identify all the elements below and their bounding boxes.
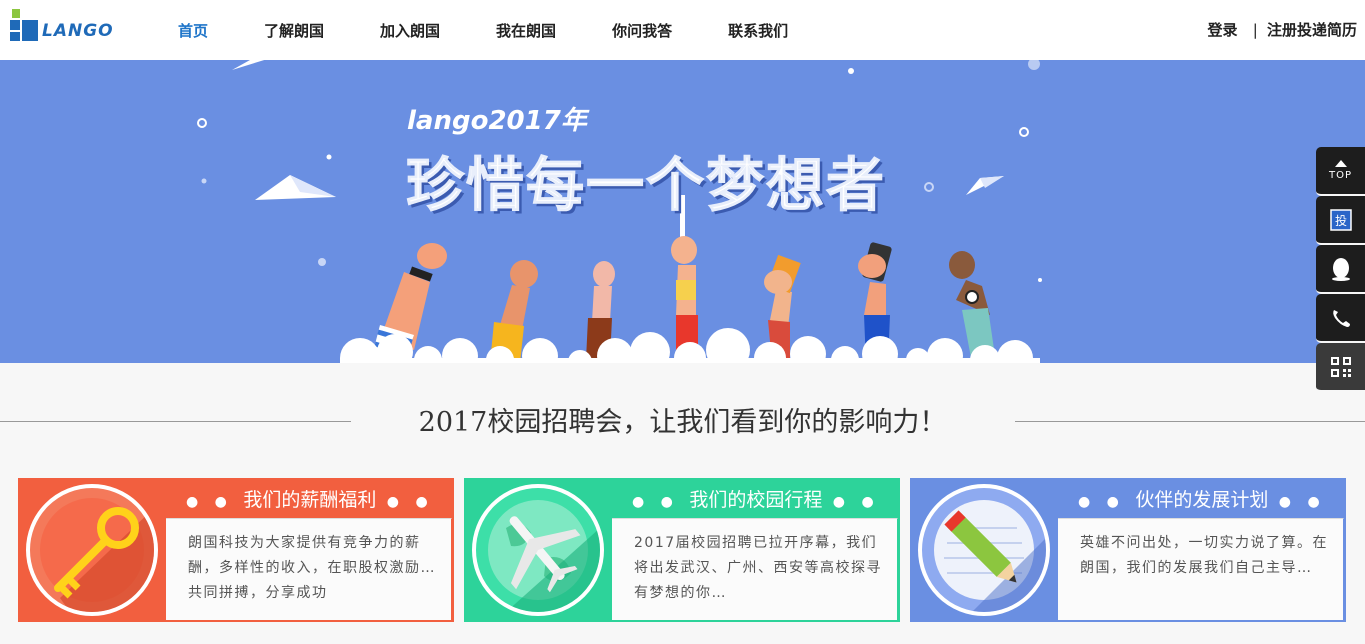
banner-subtitle: lango2017年 bbox=[407, 106, 587, 136]
phone-button[interactable] bbox=[1316, 294, 1365, 343]
top-label: TOP bbox=[1328, 170, 1352, 181]
register-link[interactable]: 注册投递简历 bbox=[1267, 21, 1357, 39]
nav-home[interactable]: 首页 bbox=[150, 0, 236, 60]
card-title: ● ● 我们的校园行程 ● ● bbox=[632, 489, 880, 511]
qq-icon bbox=[1331, 257, 1350, 281]
nav-life[interactable]: 我在朗国 bbox=[468, 0, 584, 60]
nav-about[interactable]: 了解朗国 bbox=[236, 0, 352, 60]
qrcode-icon bbox=[1330, 356, 1351, 377]
svg-text:投: 投 bbox=[1334, 213, 1346, 228]
nav-join[interactable]: 加入朗国 bbox=[352, 0, 468, 60]
key-icon bbox=[26, 484, 158, 616]
back-to-top-button[interactable]: TOP bbox=[1316, 147, 1365, 196]
arrow-up-icon bbox=[1334, 160, 1347, 167]
card-title: ● ● 我们的薪酬福利 ● ● bbox=[186, 489, 434, 511]
section-title: 2017校园招聘会，让我们看到你的影响力！ bbox=[418, 407, 947, 438]
resume-icon: 投 bbox=[1329, 208, 1352, 231]
banner-title: 珍惜每一个梦想者 bbox=[405, 151, 887, 220]
airplane-globe-icon bbox=[472, 484, 604, 616]
hero-banner[interactable]: lango2017年 珍惜每一个梦想者 bbox=[0, 60, 1365, 363]
card-development-plan[interactable]: ● ● 伙伴的发展计划 ● ● 英雄不问出处，一切实力说了算。在朗国，我们的发展… bbox=[910, 478, 1346, 622]
card-salary-benefits[interactable]: ● ● 我们的薪酬福利 ● ● 朗国科技为大家提供有竞争力的薪酬，多样性的收入，… bbox=[18, 478, 454, 622]
arm-4 bbox=[671, 236, 698, 360]
card-text: 朗国科技为大家提供有竞争力的薪酬，多样性的收入，在职股权激励…共同拼搏，分享成功 bbox=[166, 518, 452, 620]
paper-plane-left bbox=[255, 175, 336, 200]
logo-text: LANGO bbox=[42, 21, 114, 41]
card-text: 2017届校园招聘已拉开序幕，我们将出发武汉、广州、西安等高校探寻有梦想的你… bbox=[612, 518, 898, 620]
card-campus-schedule[interactable]: ● ● 我们的校园行程 ● ● 2017届校园招聘已拉开序幕，我们将出发武汉、广… bbox=[464, 478, 900, 622]
pencil-notebook-icon bbox=[918, 484, 1050, 616]
qq-button[interactable] bbox=[1316, 245, 1365, 294]
card-title: ● ● 伙伴的发展计划 ● ● bbox=[1078, 489, 1326, 511]
side-toolbar: TOP 投 bbox=[1316, 147, 1365, 392]
nav-faq[interactable]: 你问我答 bbox=[584, 0, 700, 60]
main-nav: 首页 了解朗国 加入朗国 我在朗国 你问我答 联系我们 bbox=[150, 0, 816, 60]
lango-logo[interactable]: LANGO bbox=[10, 8, 120, 44]
phone-icon bbox=[1332, 309, 1350, 327]
auth-separator: | bbox=[1252, 21, 1258, 39]
card-text: 英雄不问出处，一切实力说了算。在朗国，我们的发展我们自己主导… bbox=[1058, 518, 1344, 620]
site-header: LANGO 首页 了解朗国 加入朗国 我在朗国 你问我答 联系我们 登录 | 注… bbox=[0, 0, 1365, 60]
paper-plane-top bbox=[232, 60, 265, 70]
resume-button[interactable]: 投 bbox=[1316, 196, 1365, 245]
login-link[interactable]: 登录 bbox=[1207, 21, 1237, 39]
qrcode-button[interactable] bbox=[1316, 343, 1365, 392]
nav-contact[interactable]: 联系我们 bbox=[700, 0, 816, 60]
paper-plane-right bbox=[966, 176, 1004, 195]
auth-links: 登录 | 注册投递简历 bbox=[1207, 0, 1357, 60]
